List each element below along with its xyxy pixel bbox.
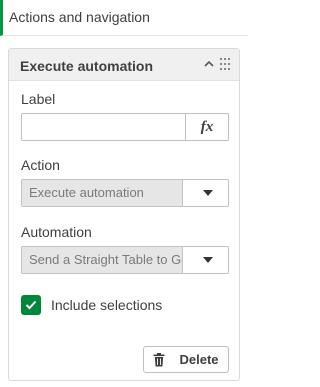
action-panel: Execute automation Label fx Action Execu… <box>8 48 240 381</box>
delete-label: Delete <box>179 352 219 367</box>
label-field-label: Label <box>21 91 56 107</box>
chevron-up-icon[interactable] <box>202 57 216 71</box>
action-select[interactable]: Execute automation <box>21 179 229 207</box>
label-input[interactable] <box>26 115 190 141</box>
function-icon[interactable]: fx <box>185 114 228 140</box>
label-field[interactable]: fx <box>21 113 229 141</box>
include-selections-label: Include selections <box>51 297 163 313</box>
include-selections-row[interactable]: Include selections <box>21 295 162 315</box>
caret-down-icon[interactable] <box>203 190 213 196</box>
include-selections-checkbox[interactable] <box>21 295 41 315</box>
action-field-label: Action <box>21 157 60 173</box>
drag-handle-icon[interactable] <box>220 58 232 70</box>
checkmark-icon <box>25 300 37 310</box>
automation-field-label: Automation <box>21 224 92 240</box>
caret-down-icon[interactable] <box>203 257 213 263</box>
automation-select-value: Send a Straight Table to Goo <box>22 247 183 273</box>
delete-button[interactable]: Delete <box>143 346 229 373</box>
trash-icon <box>153 352 165 366</box>
section-header[interactable]: Actions and navigation <box>0 0 248 36</box>
panel-title: Execute automation <box>20 58 154 74</box>
action-select-value: Execute automation <box>22 180 183 206</box>
panel-header[interactable]: Execute automation <box>9 49 239 81</box>
automation-select[interactable]: Send a Straight Table to Goo <box>21 246 229 274</box>
section-title: Actions and navigation <box>9 9 150 25</box>
